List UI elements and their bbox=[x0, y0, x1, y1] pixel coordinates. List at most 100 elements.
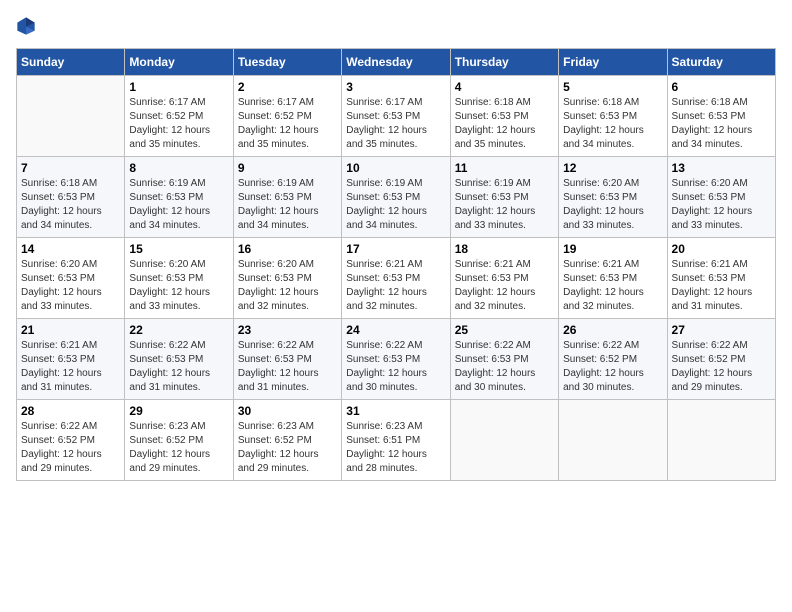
day-number: 5 bbox=[563, 80, 662, 94]
day-number: 2 bbox=[238, 80, 337, 94]
calendar-cell: 4 Sunrise: 6:18 AMSunset: 6:53 PMDaylight… bbox=[450, 76, 558, 157]
day-info: Sunrise: 6:17 AMSunset: 6:53 PMDaylight:… bbox=[346, 96, 445, 152]
calendar-cell: 6 Sunrise: 6:18 AMSunset: 6:53 PMDaylight… bbox=[667, 76, 775, 157]
day-info: Sunrise: 6:17 AMSunset: 6:52 PMDaylight:… bbox=[238, 96, 337, 152]
day-number: 3 bbox=[346, 80, 445, 94]
day-number: 4 bbox=[455, 80, 554, 94]
day-number: 10 bbox=[346, 161, 445, 175]
calendar-cell bbox=[17, 76, 125, 157]
day-number: 27 bbox=[672, 323, 771, 337]
calendar-cell: 15 Sunrise: 6:20 AMSunset: 6:53 PMDayligh… bbox=[125, 238, 233, 319]
calendar-cell: 1 Sunrise: 6:17 AMSunset: 6:52 PMDaylight… bbox=[125, 76, 233, 157]
logo-icon bbox=[16, 16, 36, 36]
day-number: 24 bbox=[346, 323, 445, 337]
calendar-cell: 5 Sunrise: 6:18 AMSunset: 6:53 PMDaylight… bbox=[559, 76, 667, 157]
day-info: Sunrise: 6:22 AMSunset: 6:52 PMDaylight:… bbox=[563, 339, 662, 395]
calendar-week-row: 28 Sunrise: 6:22 AMSunset: 6:52 PMDayligh… bbox=[17, 400, 776, 481]
calendar-cell: 31 Sunrise: 6:23 AMSunset: 6:51 PMDayligh… bbox=[342, 400, 450, 481]
column-header-thursday: Thursday bbox=[450, 49, 558, 76]
calendar-cell: 24 Sunrise: 6:22 AMSunset: 6:53 PMDayligh… bbox=[342, 319, 450, 400]
column-header-friday: Friday bbox=[559, 49, 667, 76]
calendar-cell: 17 Sunrise: 6:21 AMSunset: 6:53 PMDayligh… bbox=[342, 238, 450, 319]
day-info: Sunrise: 6:22 AMSunset: 6:53 PMDaylight:… bbox=[129, 339, 228, 395]
calendar-cell: 10 Sunrise: 6:19 AMSunset: 6:53 PMDayligh… bbox=[342, 157, 450, 238]
day-info: Sunrise: 6:20 AMSunset: 6:53 PMDaylight:… bbox=[129, 258, 228, 314]
day-info: Sunrise: 6:21 AMSunset: 6:53 PMDaylight:… bbox=[346, 258, 445, 314]
day-number: 7 bbox=[21, 161, 120, 175]
day-info: Sunrise: 6:20 AMSunset: 6:53 PMDaylight:… bbox=[21, 258, 120, 314]
day-info: Sunrise: 6:19 AMSunset: 6:53 PMDaylight:… bbox=[455, 177, 554, 233]
calendar-week-row: 14Sunrise: 6:20 AMSunset: 6:53 PMDayligh… bbox=[17, 238, 776, 319]
calendar-cell: 25 Sunrise: 6:22 AMSunset: 6:53 PMDayligh… bbox=[450, 319, 558, 400]
day-info: Sunrise: 6:17 AMSunset: 6:52 PMDaylight:… bbox=[129, 96, 228, 152]
day-info: Sunrise: 6:21 AMSunset: 6:53 PMDaylight:… bbox=[563, 258, 662, 314]
calendar-cell: 30 Sunrise: 6:23 AMSunset: 6:52 PMDayligh… bbox=[233, 400, 341, 481]
calendar-cell: 8Sunrise: 6:19 AMSunset: 6:53 PMDaylight… bbox=[125, 157, 233, 238]
column-header-saturday: Saturday bbox=[667, 49, 775, 76]
day-info: Sunrise: 6:23 AMSunset: 6:51 PMDaylight:… bbox=[346, 420, 445, 476]
calendar-cell: 21 Sunrise: 6:21 AMSunset: 6:53 PMDayligh… bbox=[17, 319, 125, 400]
page-header bbox=[16, 16, 776, 36]
calendar-cell: 23 Sunrise: 6:22 AMSunset: 6:53 PMDayligh… bbox=[233, 319, 341, 400]
day-info: Sunrise: 6:20 AMSunset: 6:53 PMDaylight:… bbox=[238, 258, 337, 314]
day-number: 11 bbox=[455, 161, 554, 175]
calendar-cell bbox=[450, 400, 558, 481]
calendar-cell: 22 Sunrise: 6:22 AMSunset: 6:53 PMDayligh… bbox=[125, 319, 233, 400]
day-info: Sunrise: 6:18 AMSunset: 6:53 PMDaylight:… bbox=[672, 96, 771, 152]
calendar-cell: 14Sunrise: 6:20 AMSunset: 6:53 PMDayligh… bbox=[17, 238, 125, 319]
calendar-cell: 16 Sunrise: 6:20 AMSunset: 6:53 PMDayligh… bbox=[233, 238, 341, 319]
column-header-sunday: Sunday bbox=[17, 49, 125, 76]
day-number: 25 bbox=[455, 323, 554, 337]
day-number: 6 bbox=[672, 80, 771, 94]
calendar-cell: 7 Sunrise: 6:18 AMSunset: 6:53 PMDaylight… bbox=[17, 157, 125, 238]
calendar-week-row: 21 Sunrise: 6:21 AMSunset: 6:53 PMDayligh… bbox=[17, 319, 776, 400]
day-number: 13 bbox=[672, 161, 771, 175]
column-header-wednesday: Wednesday bbox=[342, 49, 450, 76]
calendar-cell: 18Sunrise: 6:21 AMSunset: 6:53 PMDayligh… bbox=[450, 238, 558, 319]
day-info: Sunrise: 6:18 AMSunset: 6:53 PMDaylight:… bbox=[21, 177, 120, 233]
calendar-cell: 9Sunrise: 6:19 AMSunset: 6:53 PMDaylight… bbox=[233, 157, 341, 238]
day-info: Sunrise: 6:23 AMSunset: 6:52 PMDaylight:… bbox=[129, 420, 228, 476]
calendar-header-row: SundayMondayTuesdayWednesdayThursdayFrid… bbox=[17, 49, 776, 76]
day-info: Sunrise: 6:22 AMSunset: 6:52 PMDaylight:… bbox=[21, 420, 120, 476]
day-number: 30 bbox=[238, 404, 337, 418]
day-number: 1 bbox=[129, 80, 228, 94]
day-info: Sunrise: 6:19 AMSunset: 6:53 PMDaylight:… bbox=[346, 177, 445, 233]
day-number: 19 bbox=[563, 242, 662, 256]
calendar-cell: 11 Sunrise: 6:19 AMSunset: 6:53 PMDayligh… bbox=[450, 157, 558, 238]
day-info: Sunrise: 6:19 AMSunset: 6:53 PMDaylight:… bbox=[238, 177, 337, 233]
day-number: 22 bbox=[129, 323, 228, 337]
calendar-cell: 26Sunrise: 6:22 AMSunset: 6:52 PMDayligh… bbox=[559, 319, 667, 400]
day-number: 21 bbox=[21, 323, 120, 337]
day-info: Sunrise: 6:20 AMSunset: 6:53 PMDaylight:… bbox=[563, 177, 662, 233]
day-info: Sunrise: 6:19 AMSunset: 6:53 PMDaylight:… bbox=[129, 177, 228, 233]
day-number: 20 bbox=[672, 242, 771, 256]
day-number: 23 bbox=[238, 323, 337, 337]
day-number: 17 bbox=[346, 242, 445, 256]
calendar-week-row: 1 Sunrise: 6:17 AMSunset: 6:52 PMDaylight… bbox=[17, 76, 776, 157]
day-info: Sunrise: 6:21 AMSunset: 6:53 PMDaylight:… bbox=[21, 339, 120, 395]
day-number: 15 bbox=[129, 242, 228, 256]
column-header-monday: Monday bbox=[125, 49, 233, 76]
calendar-week-row: 7 Sunrise: 6:18 AMSunset: 6:53 PMDaylight… bbox=[17, 157, 776, 238]
calendar-cell: 29 Sunrise: 6:23 AMSunset: 6:52 PMDayligh… bbox=[125, 400, 233, 481]
day-info: Sunrise: 6:22 AMSunset: 6:53 PMDaylight:… bbox=[455, 339, 554, 395]
calendar-cell: 19 Sunrise: 6:21 AMSunset: 6:53 PMDayligh… bbox=[559, 238, 667, 319]
day-info: Sunrise: 6:21 AMSunset: 6:53 PMDaylight:… bbox=[672, 258, 771, 314]
column-header-tuesday: Tuesday bbox=[233, 49, 341, 76]
day-number: 12 bbox=[563, 161, 662, 175]
day-number: 29 bbox=[129, 404, 228, 418]
day-number: 16 bbox=[238, 242, 337, 256]
day-info: Sunrise: 6:18 AMSunset: 6:53 PMDaylight:… bbox=[455, 96, 554, 152]
calendar-cell: 13 Sunrise: 6:20 AMSunset: 6:53 PMDayligh… bbox=[667, 157, 775, 238]
day-number: 28 bbox=[21, 404, 120, 418]
day-info: Sunrise: 6:22 AMSunset: 6:53 PMDaylight:… bbox=[238, 339, 337, 395]
day-number: 31 bbox=[346, 404, 445, 418]
calendar-cell: 27Sunrise: 6:22 AMSunset: 6:52 PMDayligh… bbox=[667, 319, 775, 400]
calendar-cell: 12 Sunrise: 6:20 AMSunset: 6:53 PMDayligh… bbox=[559, 157, 667, 238]
day-info: Sunrise: 6:18 AMSunset: 6:53 PMDaylight:… bbox=[563, 96, 662, 152]
day-info: Sunrise: 6:20 AMSunset: 6:53 PMDaylight:… bbox=[672, 177, 771, 233]
day-info: Sunrise: 6:22 AMSunset: 6:53 PMDaylight:… bbox=[346, 339, 445, 395]
day-info: Sunrise: 6:23 AMSunset: 6:52 PMDaylight:… bbox=[238, 420, 337, 476]
calendar-cell: 2 Sunrise: 6:17 AMSunset: 6:52 PMDaylight… bbox=[233, 76, 341, 157]
